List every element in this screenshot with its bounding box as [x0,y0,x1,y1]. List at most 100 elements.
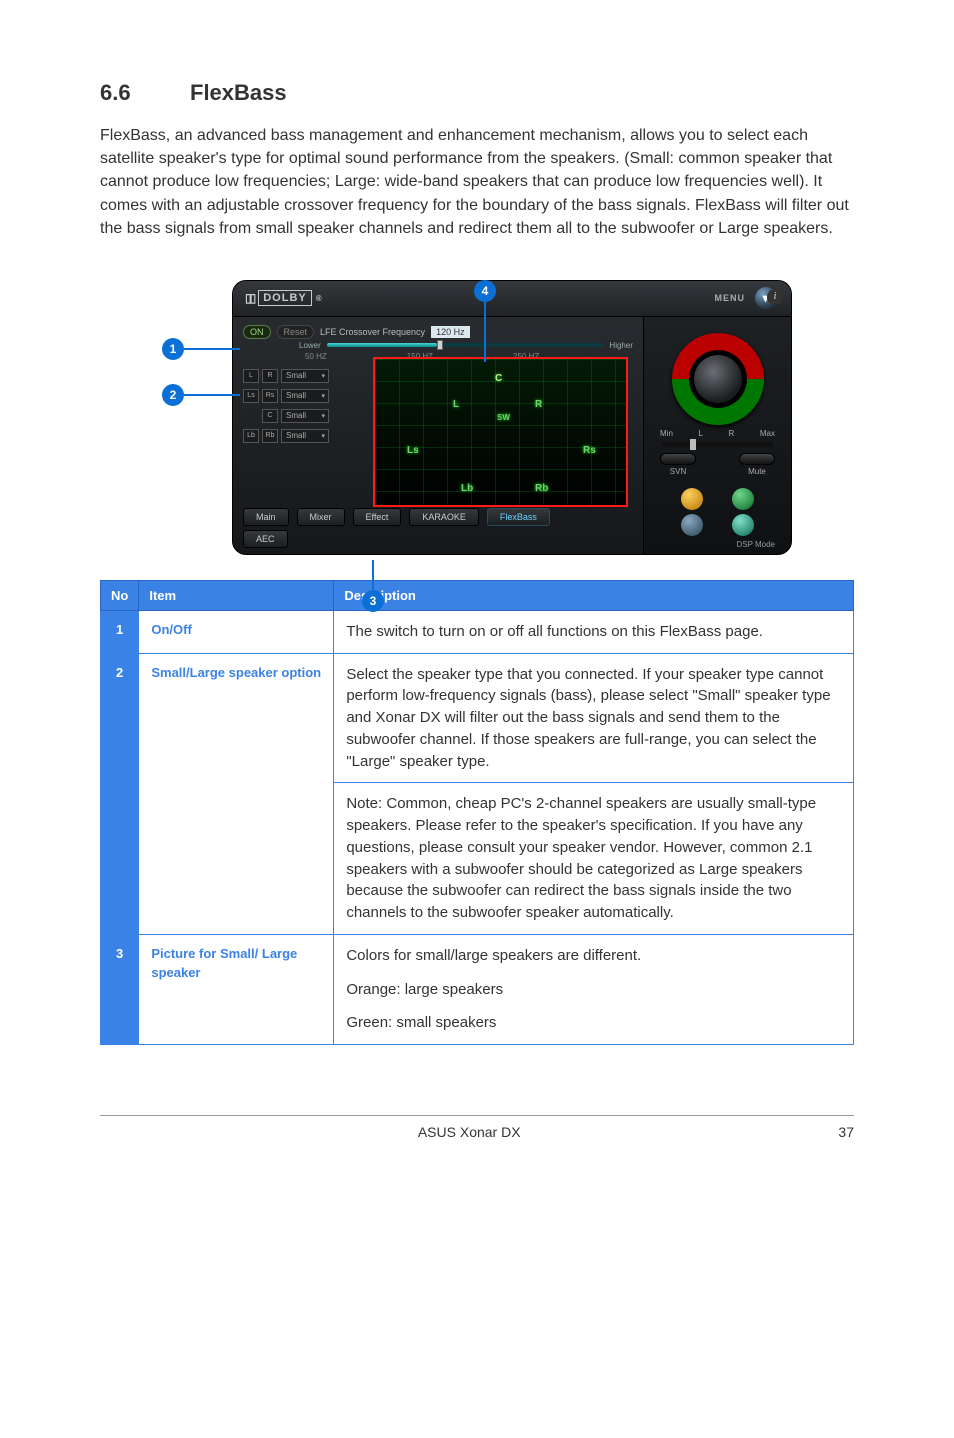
description-table: No Item Description 1 On/Off The switch … [100,580,854,1045]
dolby-logo-box: DOLBY [258,290,312,306]
dsp-mode-hifi-icon[interactable] [732,514,754,536]
th-no: No [101,580,139,610]
vol-min-label: Min [660,429,673,438]
chip-ls: Ls [243,389,259,403]
cell-no: 3 [101,934,139,1044]
speaker-row-lsrs: Ls Rs Small [243,389,363,403]
callout-line-2 [184,394,240,396]
info-button[interactable]: i [767,289,783,305]
dsp-mode-icons [654,488,781,536]
cell-no: 1 [101,610,139,653]
chip-lb: Lb [243,429,259,443]
page-footer: ASUS Xonar DX 37 [100,1115,854,1140]
stage-c: C [495,373,502,384]
callout-marker-2: 2 [162,384,184,406]
callout-marker-4: 4 [474,280,496,302]
higher-label: Higher [609,341,633,350]
callout-line-4 [484,302,486,362]
tab-effect[interactable]: Effect [353,508,402,526]
right-panel: i Min L R Max SVN Mute [643,317,791,554]
chip-rb: Rb [262,429,278,443]
mute-toggle[interactable] [739,453,775,465]
vol-max-label: Max [760,429,775,438]
vol-r-label: R [729,429,735,438]
info-icon: i [774,291,777,302]
tab-row-2: AEC [243,530,288,548]
cell-item: On/Off [139,610,334,653]
reset-button[interactable]: Reset [277,325,315,339]
cell-desc: Colors for small/large speakers are diff… [334,934,854,1044]
cell-desc: The switch to turn on or off all functio… [334,610,854,653]
footer-product: ASUS Xonar DX [418,1124,521,1140]
dsp-mode-game-icon[interactable] [732,488,754,510]
speaker-type-rows: L R Small Ls Rs Small C Small [243,369,363,443]
table-row: 1 On/Off The switch to turn on or off al… [101,610,854,653]
chip-r: R [262,369,278,383]
table-row: 3 Picture for Small/ Large speaker Color… [101,934,854,1044]
tab-mixer[interactable]: Mixer [297,508,345,526]
crossover-slider[interactable] [327,343,604,347]
cell-item: Picture for Small/ Large speaker [139,934,334,1044]
stage-sw: SW [497,413,510,422]
stage-rb: Rb [535,483,548,494]
menu-label: MENU [715,293,746,303]
vol-l-label: L [698,429,702,438]
table-row: 2 Small/Large speaker option Select the … [101,653,854,934]
tab-main[interactable]: Main [243,508,289,526]
dsp-mode-movie-icon[interactable] [681,514,703,536]
select-lsrs[interactable]: Small [281,389,329,403]
tab-flexbass[interactable]: FlexBass [487,508,550,526]
cell-item: Small/Large speaker option [139,653,334,934]
balance-slider[interactable] [662,442,773,447]
main-area: ON Reset LFE Crossover Frequency 120 Hz … [233,317,791,554]
footer-page: 37 [838,1124,854,1140]
stage-l: L [453,399,459,410]
registered-mark: ® [316,294,323,303]
tick-50hz: 50 HZ [305,352,327,361]
app-window: ▯▯ DOLBY ® MENU ▾ ON Reset LFE Crossover… [232,280,792,555]
tab-karaoke[interactable]: KARAOKE [409,508,479,526]
dolby-symbol: ▯▯ [245,291,254,305]
flexbass-on-toggle[interactable]: ON [243,325,271,339]
mute-label: Mute [739,467,775,476]
crossover-row: ON Reset LFE Crossover Frequency 120 Hz [243,325,633,339]
speaker-stage-preview: C L R SW Ls Rs Lb Rb [373,357,628,507]
section-number: 6.6 [100,80,190,106]
tab-aec[interactable]: AEC [243,530,288,548]
lower-label: Lower [299,341,321,350]
th-desc: Description [334,580,854,610]
cell-no: 2 [101,653,139,934]
select-c[interactable]: Small [281,409,329,423]
speaker-row-c: C Small [243,409,363,423]
dsp-mode-label: DSP Mode [654,540,781,549]
slider-thumb[interactable] [437,340,443,350]
select-lr[interactable]: Small [281,369,329,383]
section-title: FlexBass [190,80,287,105]
th-item: Item [139,580,334,610]
lfe-crossover-value: 120 Hz [431,326,470,338]
tab-row-1: Main Mixer Effect KARAOKE FlexBass [243,508,550,526]
speaker-row-lr: L R Small [243,369,363,383]
titlebar: ▯▯ DOLBY ® MENU ▾ [233,281,791,317]
callout-line-1 [184,348,240,350]
svn-toggle[interactable] [660,453,696,465]
svn-label: SVN [660,467,696,476]
callout-line-3 [372,560,374,590]
stage-lb: Lb [461,483,473,494]
chip-l: L [243,369,259,383]
intro-paragraph: FlexBass, an advanced bass management an… [100,124,854,240]
crossover-slider-row: Lower Higher [243,341,633,350]
speaker-row-lbrb: Lb Rb Small [243,429,363,443]
stage-r: R [535,399,542,410]
callout-marker-1: 1 [162,338,184,360]
select-lbrb[interactable]: Small [281,429,329,443]
cell-desc: Select the speaker type that you connect… [334,653,854,934]
dsp-mode-music-icon[interactable] [681,488,703,510]
chip-c: C [262,409,278,423]
stage-rs: Rs [583,445,596,456]
left-panel: ON Reset LFE Crossover Frequency 120 Hz … [233,317,643,554]
volume-knob[interactable] [672,333,764,425]
section-heading: 6.6FlexBass [100,80,854,106]
callout-marker-3: 3 [362,590,384,612]
stage-ls: Ls [407,445,419,456]
